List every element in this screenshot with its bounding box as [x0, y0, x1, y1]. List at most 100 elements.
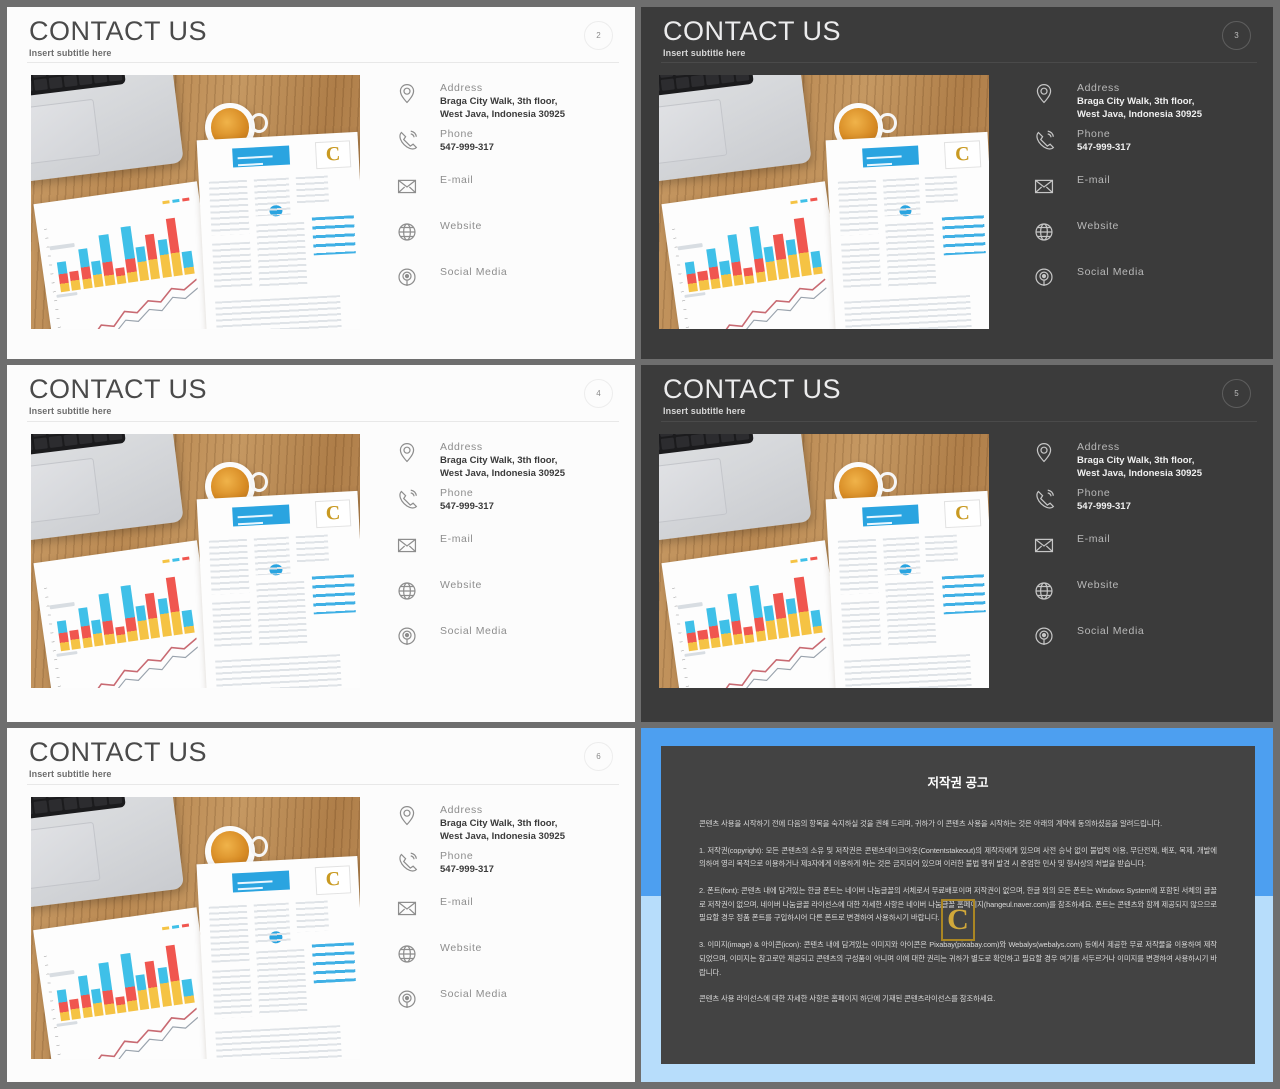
contact-row-phone[interactable]: Phone 547-999-317: [1029, 484, 1273, 530]
globe-icon: [1035, 582, 1053, 600]
contact-label: E-mail: [1077, 533, 1111, 545]
slide-cell-copyright[interactable]: 저작권 공고 콘텐츠 사용을 시작하기 전에 다음의 항목을 숙지하실 것을 권…: [638, 725, 1280, 1089]
slide-cell-5[interactable]: CONTACT US Insert subtitle here 5 C Addr…: [638, 362, 1280, 725]
globe-icon: [1035, 223, 1053, 241]
contact-row-email[interactable]: E-mail: [1029, 171, 1273, 217]
slide-cell-6[interactable]: CONTACT US Insert subtitle here 6 C Addr…: [0, 725, 638, 1089]
contact-row-phone[interactable]: Phone 547-999-317: [1029, 125, 1273, 171]
bar-chart-document: [33, 540, 220, 688]
slide-body: Address Braga City Walk, 3th floor, West…: [641, 63, 1273, 329]
page-subtitle: Insert subtitle here: [29, 769, 112, 780]
photo-container: [31, 434, 360, 688]
contact-row-email[interactable]: E-mail: [392, 893, 635, 939]
photo-container: [31, 797, 360, 1059]
slide-cell-2[interactable]: CONTACT US Insert subtitle here 2 C Addr…: [0, 0, 638, 362]
header-divider: [27, 784, 619, 785]
slide-header: CONTACT US Insert subtitle here 2: [7, 7, 635, 63]
contact-label: E-mail: [440, 174, 474, 186]
slide-body: Address Braga City Walk, 3th floor, West…: [641, 422, 1273, 688]
contact-row-website[interactable]: Website: [392, 939, 635, 985]
globe-icon: [398, 223, 416, 241]
desk-photo: [31, 797, 360, 1059]
contact-label: Phone: [440, 487, 474, 499]
contact-row-social[interactable]: Social Media: [392, 263, 635, 309]
contact-row-email[interactable]: E-mail: [1029, 530, 1273, 576]
page-title: CONTACT US: [29, 374, 208, 404]
envelope-icon: [397, 179, 417, 194]
header-divider: [661, 421, 1257, 422]
slide-body: Address Braga City Walk, 3th floor, West…: [7, 785, 635, 1059]
envelope-icon: [1034, 538, 1054, 553]
envelope-icon: [397, 538, 417, 553]
bar-chart-document: [661, 540, 848, 688]
location-pin-icon: [1036, 84, 1052, 104]
contact-label: Address: [440, 441, 483, 453]
slide-cell-4[interactable]: CONTACT US Insert subtitle here 4 C Addr…: [0, 362, 638, 725]
contact-row-address[interactable]: Address Braga City Walk, 3th floor, West…: [1029, 438, 1273, 484]
bar-chart-document: [33, 181, 220, 329]
contact-label: Social Media: [1077, 266, 1145, 278]
slide-4[interactable]: CONTACT US Insert subtitle here 4 C Addr…: [7, 365, 635, 722]
slide-header: CONTACT US Insert subtitle here 3: [641, 7, 1273, 63]
contact-row-website[interactable]: Website: [392, 217, 635, 263]
contact-row-address[interactable]: Address Braga City Walk, 3th floor, West…: [1029, 79, 1273, 125]
contact-row-social[interactable]: Social Media: [392, 622, 635, 668]
contact-row-social[interactable]: Social Media: [1029, 622, 1273, 668]
contact-row-address[interactable]: Address Braga City Walk, 3th floor, West…: [392, 438, 635, 484]
contact-label: Social Media: [440, 266, 508, 278]
contact-row-phone[interactable]: Phone 547-999-317: [392, 125, 635, 171]
slide-6[interactable]: CONTACT US Insert subtitle here 6 C Addr…: [7, 728, 635, 1082]
contact-value: 547-999-317: [440, 501, 494, 513]
header-divider: [27, 62, 619, 63]
contact-value: Braga City Walk, 3th floor, West Java, I…: [440, 818, 565, 842]
copyright-slide[interactable]: 저작권 공고 콘텐츠 사용을 시작하기 전에 다음의 항목을 숙지하실 것을 권…: [641, 728, 1273, 1082]
photo-container: [659, 75, 989, 329]
page-title: CONTACT US: [29, 737, 208, 767]
slide-header: CONTACT US Insert subtitle here 6: [7, 728, 635, 785]
location-pin-icon: [399, 443, 415, 463]
contact-label: Website: [1077, 579, 1119, 591]
contact-label: Social Media: [1077, 625, 1145, 637]
slide-cell-3[interactable]: CONTACT US Insert subtitle here 3 C Addr…: [638, 0, 1280, 362]
location-pin-icon: [399, 806, 415, 826]
contact-row-social[interactable]: Social Media: [1029, 263, 1273, 309]
phone-icon: [399, 489, 418, 509]
social-media-icon: [1035, 627, 1053, 645]
resume-document: [196, 855, 360, 1059]
resume-document: [825, 490, 989, 688]
contact-row-social[interactable]: Social Media: [392, 985, 635, 1031]
phone-icon: [399, 852, 418, 872]
contact-label: Phone: [1077, 128, 1111, 140]
contact-row-website[interactable]: Website: [392, 576, 635, 622]
slide-number-badge: 5: [1222, 379, 1251, 408]
page-subtitle: Insert subtitle here: [663, 406, 746, 417]
contact-label: Website: [440, 579, 482, 591]
resume-document: [196, 490, 360, 688]
contact-row-website[interactable]: Website: [1029, 576, 1273, 622]
contact-value: Braga City Walk, 3th floor, West Java, I…: [440, 96, 565, 120]
location-pin-icon: [1036, 443, 1052, 463]
contact-label: Address: [1077, 441, 1120, 453]
contact-label: Phone: [440, 850, 474, 862]
contact-row-email[interactable]: E-mail: [392, 171, 635, 217]
contact-row-email[interactable]: E-mail: [392, 530, 635, 576]
contact-label: Phone: [1077, 487, 1111, 499]
photo-container: [659, 434, 989, 688]
contact-value: Braga City Walk, 3th floor, West Java, I…: [440, 455, 565, 479]
slide-header: CONTACT US Insert subtitle here 5: [641, 365, 1273, 422]
contact-row-address[interactable]: Address Braga City Walk, 3th floor, West…: [392, 79, 635, 125]
contact-list: Address Braga City Walk, 3th floor, West…: [989, 75, 1273, 329]
page-title: CONTACT US: [663, 374, 842, 404]
contact-value: 547-999-317: [440, 864, 494, 876]
contact-row-phone[interactable]: Phone 547-999-317: [392, 484, 635, 530]
slide-5[interactable]: CONTACT US Insert subtitle here 5 C Addr…: [641, 365, 1273, 722]
slide-2[interactable]: CONTACT US Insert subtitle here 2 C Addr…: [7, 7, 635, 359]
contact-row-address[interactable]: Address Braga City Walk, 3th floor, West…: [392, 801, 635, 847]
contact-row-website[interactable]: Website: [1029, 217, 1273, 263]
slide-3[interactable]: CONTACT US Insert subtitle here 3 C Addr…: [641, 7, 1273, 359]
slide-number-badge: 2: [584, 21, 613, 50]
bar-chart-document: [33, 906, 220, 1059]
contact-value: Braga City Walk, 3th floor, West Java, I…: [1077, 455, 1202, 479]
contact-value: Braga City Walk, 3th floor, West Java, I…: [1077, 96, 1202, 120]
contact-row-phone[interactable]: Phone 547-999-317: [392, 847, 635, 893]
